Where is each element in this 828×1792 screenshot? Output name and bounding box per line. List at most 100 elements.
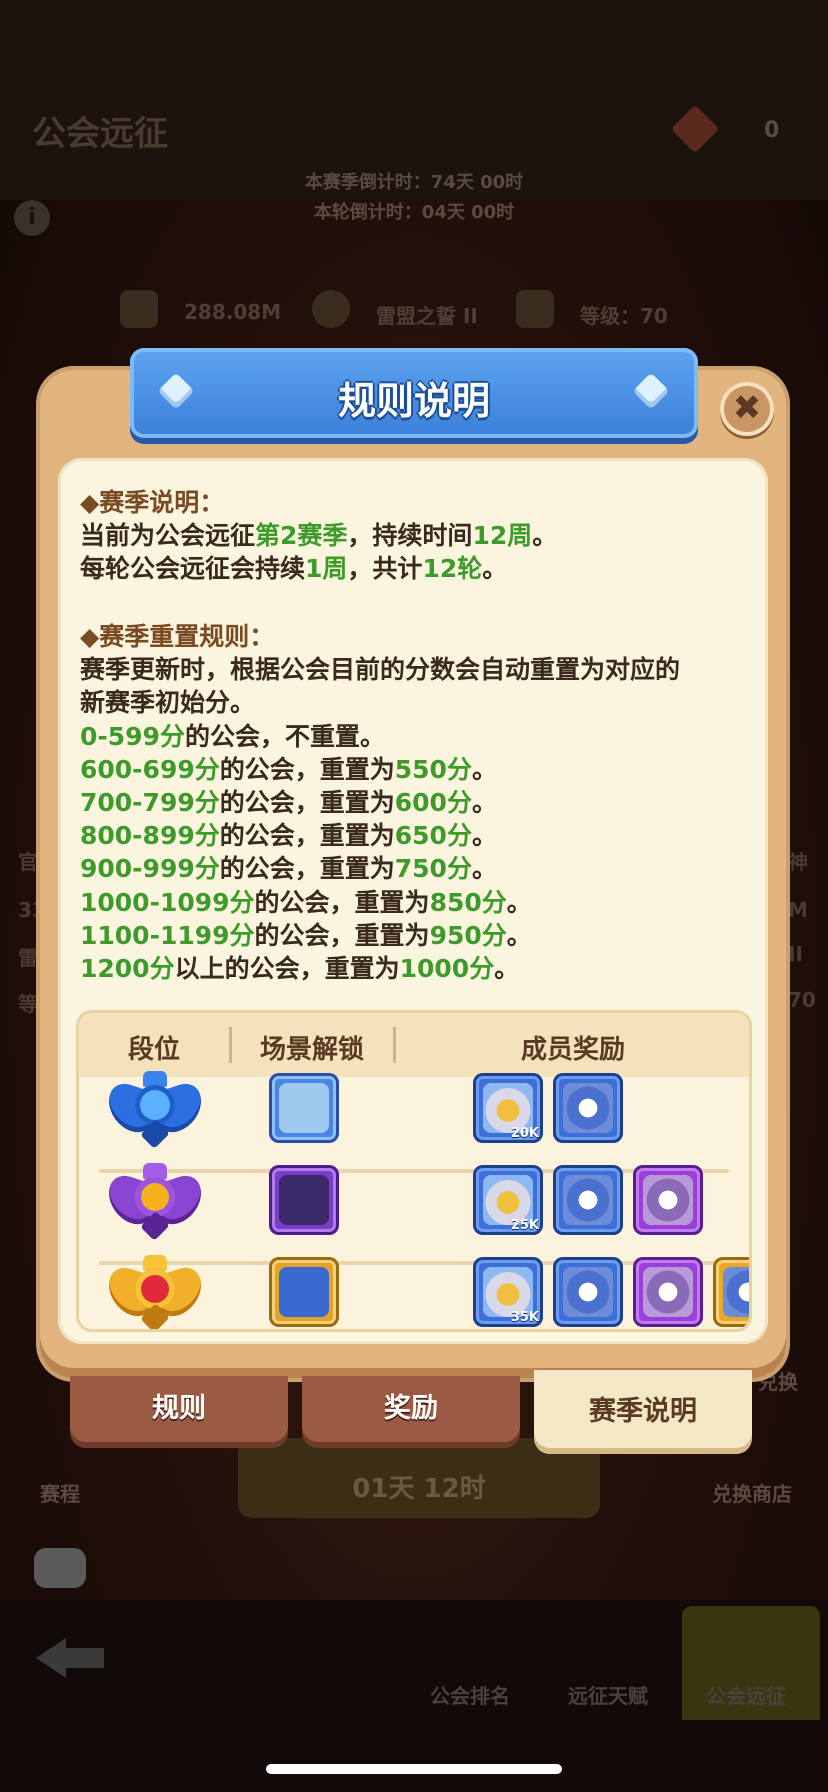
reset-rule: 0-599分的公会，不重置。 xyxy=(80,720,760,754)
score-range: 700-799分 xyxy=(80,788,220,817)
reward-amount: 20K xyxy=(510,1126,539,1141)
avatar-frame-tile-icon[interactable] xyxy=(553,1165,623,1235)
reset-rule: 1000-1099分的公会，重置为850分。 xyxy=(80,886,760,920)
rule-text: 的公会，重置为 xyxy=(219,854,395,883)
rule-end: 。 xyxy=(494,954,520,983)
reset-value: 1000分 xyxy=(399,954,495,983)
purple-frame-tile-icon[interactable] xyxy=(633,1165,703,1235)
reset-value: 550分 xyxy=(394,755,472,784)
gold-frame-tile-icon[interactable] xyxy=(713,1257,749,1327)
header-scene-unlock: 场景解锁 xyxy=(259,1035,364,1065)
coin-reward-tile-icon[interactable]: 25K xyxy=(473,1165,543,1235)
rule-end: 。 xyxy=(506,921,532,950)
highlight: 1周 xyxy=(305,554,348,583)
round-countdown: 本轮倒计时：04天 00时 xyxy=(313,202,515,223)
dialog-title: 规则说明 xyxy=(337,379,490,423)
season-line-2: 每轮公会远征会持续1周，共计12轮。 xyxy=(80,552,760,586)
guild-emblem-icon xyxy=(312,290,350,328)
reward-amount: 35K xyxy=(510,1310,539,1325)
nav-guild-expedition[interactable]: 公会远征 xyxy=(706,1680,786,1709)
gold-scene-tile-icon[interactable] xyxy=(269,1257,339,1327)
rank-rewards-table[interactable]: 段位 场景解锁 成员奖励 20K 25K 35K xyxy=(76,1010,752,1332)
gold-rank-emblem-icon xyxy=(109,1255,201,1329)
season-line-1: 当前为公会远征第2赛季，持续时间12周。 xyxy=(80,519,760,553)
side-right-0: 神 xyxy=(788,850,808,874)
reset-intro-1: 赛季更新时，根据公会目前的分数会自动重置为对应的 xyxy=(80,655,681,684)
purple-frame-tile-icon[interactable] xyxy=(633,1257,703,1327)
nav-guild-ranking[interactable]: 公会排名 xyxy=(430,1680,510,1709)
round-timer-text: 01天 12时 xyxy=(352,1474,486,1504)
side-left-3: 等 xyxy=(18,992,38,1016)
reset-intro-2: 新赛季初始分。 xyxy=(80,688,256,717)
reset-rule: 1200分以上的公会，重置为1000分。 xyxy=(80,952,760,986)
text: 。 xyxy=(482,554,508,583)
reset-rule: 600-699分的公会，重置为550分。 xyxy=(80,753,760,787)
text: 。 xyxy=(532,521,558,550)
avatar-frame-tile-icon[interactable] xyxy=(553,1257,623,1327)
score-range: 600-699分 xyxy=(80,755,220,784)
reset-rule: 1100-1199分的公会，重置为950分。 xyxy=(80,919,760,953)
text: ，持续时间 xyxy=(347,521,473,550)
text: 当前为公会远征 xyxy=(80,521,256,550)
score-range: 900-999分 xyxy=(80,854,220,883)
reset-heading: ◆赛季重置规则： xyxy=(80,620,760,654)
reset-value: 850分 xyxy=(429,888,507,917)
level-icon xyxy=(516,290,554,328)
background-page-title: 公会远征 xyxy=(32,114,168,154)
text: ，共计 xyxy=(347,554,423,583)
side-right-2: II xyxy=(788,942,803,966)
schedule-label[interactable]: 赛程 xyxy=(40,1478,80,1507)
rule-end: 。 xyxy=(506,888,532,917)
rule-text: 的公会，重置为 xyxy=(254,888,430,917)
reset-value: 600分 xyxy=(394,788,472,817)
score-range: 0-599分 xyxy=(80,722,185,751)
season-heading: ◆赛季说明： xyxy=(80,486,760,520)
chat-icon[interactable] xyxy=(34,1548,86,1588)
guild-level: 等级：70 xyxy=(580,304,668,328)
score-range: 1100-1199分 xyxy=(80,921,255,950)
side-right-3: 70 xyxy=(788,988,816,1012)
coin-reward-tile-icon[interactable]: 20K xyxy=(473,1073,543,1143)
score-range: 1200分 xyxy=(80,954,175,983)
table-header: 段位 场景解锁 成员奖励 xyxy=(79,1013,749,1077)
reset-rule: 900-999分的公会，重置为750分。 xyxy=(80,852,760,886)
nav-expedition-talent[interactable]: 远征天赋 xyxy=(568,1680,648,1709)
reward-amount: 25K xyxy=(510,1218,539,1233)
highlight: 12轮 xyxy=(422,554,483,583)
header-rank: 段位 xyxy=(127,1035,180,1065)
shield-icon xyxy=(120,290,158,328)
info-icon[interactable]: i xyxy=(14,200,50,236)
back-arrow-icon[interactable] xyxy=(36,1632,108,1682)
text: 每轮公会远征会持续 xyxy=(80,554,306,583)
header-member-rewards: 成员奖励 xyxy=(520,1035,625,1065)
section-heading: ◆赛季重置规则： xyxy=(80,622,275,651)
rule-end: 。 xyxy=(471,854,497,883)
rule-text: 以上的公会，重置为 xyxy=(174,954,400,983)
header-divider xyxy=(229,1027,232,1063)
close-button[interactable]: ✖ xyxy=(720,382,774,436)
exchange-shop-label[interactable]: 兑换商店 xyxy=(712,1478,792,1507)
reset-rule: 800-899分的公会，重置为650分。 xyxy=(80,819,760,853)
guild-power: 288.08M xyxy=(184,300,282,324)
highlight: 12周 xyxy=(472,521,533,550)
header-divider xyxy=(393,1027,396,1063)
score-range: 1000-1099分 xyxy=(80,888,255,917)
guild-name: 雷盟之誓 II xyxy=(376,304,478,328)
reset-rule: 700-799分的公会，重置为600分。 xyxy=(80,786,760,820)
side-left-0: 官 xyxy=(18,850,38,874)
coin-reward-tile-icon[interactable]: 35K xyxy=(473,1257,543,1327)
blue-scene-tile-icon[interactable] xyxy=(269,1073,339,1143)
tab-rewards[interactable]: 奖励 xyxy=(302,1376,520,1448)
avatar-frame-tile-icon[interactable] xyxy=(553,1073,623,1143)
rule-text: 的公会，不重置。 xyxy=(184,722,385,751)
side-right-1: M xyxy=(788,898,808,922)
rule-text: 的公会，重置为 xyxy=(219,821,395,850)
rule-text: 的公会，重置为 xyxy=(219,755,395,784)
section-heading: ◆赛季说明： xyxy=(80,488,225,517)
tab-rules[interactable]: 规则 xyxy=(70,1376,288,1448)
reset-value: 650分 xyxy=(394,821,472,850)
side-left-2: 雷 xyxy=(18,946,38,970)
highlight: 第2赛季 xyxy=(255,521,348,550)
tab-season-info[interactable]: 赛季说明 xyxy=(534,1370,752,1454)
purple-scene-tile-icon[interactable] xyxy=(269,1165,339,1235)
